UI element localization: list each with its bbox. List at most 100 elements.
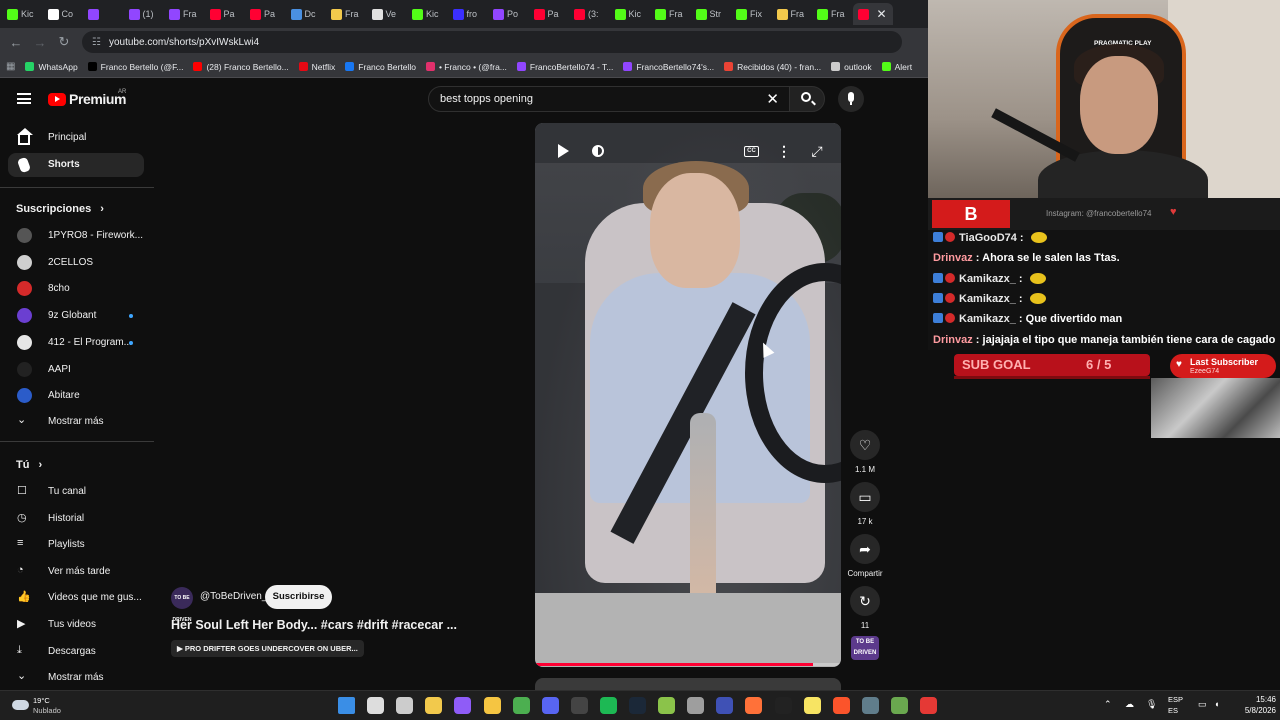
remix-button[interactable]: ↻ [850,586,880,616]
store-icon[interactable] [425,697,443,714]
browser-tab[interactable]: Fra [772,3,813,25]
browser-tab[interactable]: Pa [205,3,246,25]
bookmark[interactable]: WhatsApp [25,62,78,72]
fullscreen-icon[interactable]: ⤢ [803,137,831,165]
browser-tab[interactable]: Pa [245,3,286,25]
browser-tab[interactable]: (1) [124,3,165,25]
music-chip[interactable]: ▶ PRO DRIFTER GOES UNDERCOVER ON UBER... [171,640,364,657]
menu-icon[interactable] [17,93,31,104]
spotify-icon[interactable] [599,697,617,714]
clear-search-icon[interactable]: ✕ [766,90,779,108]
video-progress-bar[interactable] [535,663,841,666]
search-input[interactable]: best topps opening ✕ [428,86,790,112]
network-icon[interactable]: ▭ [1198,699,1207,710]
channel-name[interactable]: @ToBeDriven_ [200,591,267,602]
bookmark[interactable]: Franco Bertello [345,62,416,72]
clock[interactable]: 15:46 5/8/2026 [1240,694,1276,716]
sidebar-subscription-item[interactable]: Abitare [8,384,144,408]
short-video-player[interactable]: CC ⋮ ⤢ [535,123,841,667]
bookmark[interactable]: • Franco • (@fra... [425,62,507,72]
terminal-icon[interactable] [774,697,792,714]
browser-tab[interactable]: Co [43,3,84,25]
bookmark[interactable]: FrancoBertello74's... [623,62,714,72]
minecraft-icon[interactable] [890,697,908,714]
sidebar-you-item[interactable]: ☐ Tu canal [8,480,144,504]
steam-icon[interactable] [629,697,646,714]
subscriptions-header[interactable]: Suscripciones › [16,203,104,215]
volume-button[interactable] [584,137,612,165]
browser-tab[interactable]: Ve [367,3,408,25]
bookmark[interactable]: Alert [881,62,912,72]
comments-button[interactable]: ▭ [850,482,880,512]
channel-sound-thumbnail[interactable]: TO BE DRIVEN [851,636,879,660]
sidebar-subscription-item[interactable]: 8cho [8,277,144,301]
sidebar-you-item[interactable]: ◔ Ver más tarde [8,560,144,584]
browser-tab[interactable]: Dc [286,3,327,25]
bookmark[interactable]: (28) Franco Bertello... [193,62,289,72]
apps-grid-icon[interactable]: ▦ [6,61,15,72]
youtube-premium-logo[interactable]: Premium [48,91,127,107]
app-blue-icon[interactable] [716,697,734,714]
share-button[interactable]: ➦ [850,534,880,564]
microphone-tray-icon[interactable]: 🎙 [1146,699,1157,710]
bookmark[interactable]: Recibidos (40) - fran... [724,62,821,72]
sidebar-subscription-item[interactable]: 9z Globant [8,304,144,328]
chevron-up-icon[interactable]: ⌃ [1104,699,1112,710]
sidebar-you-item[interactable]: ≡ Playlists [8,533,144,557]
browser-tab[interactable]: Fra [164,3,205,25]
sidebar-item-principal[interactable]: Principal [8,126,144,150]
you-header[interactable]: Tú › [16,459,42,471]
app-green-icon[interactable] [658,697,676,714]
task-view-icon[interactable] [396,697,414,714]
browser-tab[interactable]: Str [691,3,732,25]
show-more-you[interactable]: ⌄ Mostrar más [8,666,144,690]
cloud-sync-icon[interactable]: ☁ [1125,699,1134,710]
app-gray-icon[interactable] [687,697,705,714]
browser-tab[interactable]: Pa [529,3,570,25]
notes-icon[interactable] [803,697,821,714]
bookmark[interactable]: FrancoBertello74 - T... [516,62,613,72]
browser-tab[interactable]: Kic [610,3,651,25]
sidebar-subscription-item[interactable]: 412 - El Program... [8,331,144,355]
browser-tab[interactable]: Kic [407,3,448,25]
browser-tab[interactable]: Po [488,3,529,25]
close-tab-icon[interactable]: ✕ [877,7,887,21]
browser-tab[interactable]: Fix [731,3,772,25]
reload-icon[interactable]: ↻ [52,34,76,50]
site-info-icon[interactable]: ☷ [92,37,101,48]
bookmark[interactable]: Netflix [298,62,335,72]
like-button[interactable]: ♡ [850,430,880,460]
chrome-icon[interactable] [512,697,530,714]
url-field[interactable]: ☷ youtube.com/shorts/pXvIWskLwi4 [82,31,902,53]
subscribe-button[interactable]: Suscribirse [265,585,332,609]
channel-avatar[interactable]: TO BE DRIVEN [171,587,193,623]
discord-icon[interactable] [541,697,559,714]
bookmark[interactable]: outlook [831,62,872,72]
browser-tab[interactable]: Fra [326,3,367,25]
browser-tab[interactable]: (3: [569,3,610,25]
search-icon[interactable] [367,697,385,714]
app-purple-icon[interactable] [454,697,472,714]
short-title[interactable]: Her Soul Left Her Body... #cars #drift #… [171,618,457,632]
browser-tab[interactable]: fro [448,3,489,25]
sidebar-subscription-item[interactable]: 1PYRO8 - Firework... [8,224,144,248]
browser-tab[interactable]: Fra [650,3,691,25]
sidebar-subscription-item[interactable]: 2CELLOS [8,251,144,275]
forward-icon[interactable]: → [28,35,52,50]
sidebar-you-item[interactable]: ⤓ Descargas [8,640,144,664]
calculator-icon[interactable] [861,697,879,714]
sidebar-you-item[interactable]: ◷ Historial [8,507,144,531]
windows-start-icon[interactable] [338,697,355,714]
brave-icon[interactable] [832,697,850,714]
sidebar-you-item[interactable]: ▶ Tus videos [8,613,144,637]
file-explorer-icon[interactable] [483,697,501,714]
sidebar-subscription-item[interactable]: AAPI [8,358,144,382]
browser-tab[interactable]: Kic [2,3,43,25]
sidebar-you-item[interactable]: 👍 Videos que me gus... [8,586,144,610]
browser-tab[interactable]: Fra [812,3,853,25]
browser-tab[interactable] [83,3,124,25]
voice-search-button[interactable] [838,86,864,112]
bookmark[interactable]: Franco Bertello (@F... [87,62,183,72]
back-icon[interactable]: ← [4,35,28,50]
language-indicator[interactable]: ESP ES [1168,694,1183,716]
